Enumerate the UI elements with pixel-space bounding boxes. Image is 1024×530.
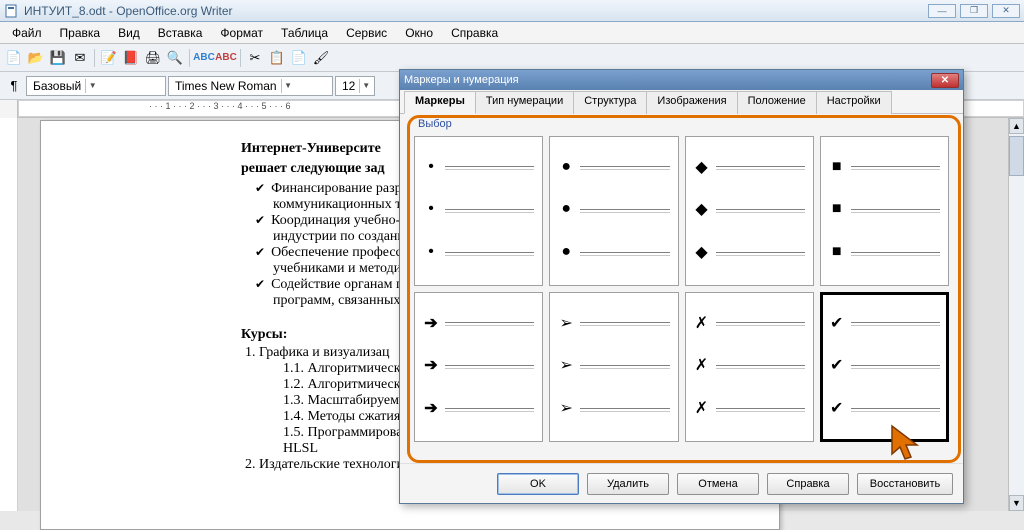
- menu-window[interactable]: Окно: [397, 24, 441, 42]
- bullet-option-6[interactable]: ➢ ➢ ➢: [549, 292, 678, 442]
- bullet-option-8-selected[interactable]: ✔ ✔ ✔: [820, 292, 949, 442]
- app-titlebar: ИНТУИТ_8.odt - OpenOffice.org Writer — ❐…: [0, 0, 1024, 22]
- bullet-style-grid: • • • ● ● ● ◆ ◆ ◆ ■ ■ ■ ➔ ➔ ➔: [414, 136, 949, 442]
- menubar: Файл Правка Вид Вставка Формат Таблица С…: [0, 22, 1024, 44]
- menu-view[interactable]: Вид: [110, 24, 148, 42]
- chevron-down-icon: ▼: [85, 79, 99, 93]
- dialog-title: Маркеры и нумерация: [404, 74, 519, 86]
- ruler-vertical: [0, 118, 18, 511]
- dialog-close-button[interactable]: ✕: [931, 73, 959, 88]
- window-title: ИНТУИТ_8.odt - OpenOffice.org Writer: [24, 4, 233, 18]
- scrollbar-vertical[interactable]: ▲ ▼: [1008, 118, 1024, 511]
- delete-button[interactable]: Удалить: [587, 473, 669, 495]
- bullet-option-7[interactable]: ✗ ✗ ✗: [685, 292, 814, 442]
- paragraph-style-combo[interactable]: Базовый▼: [26, 76, 166, 96]
- autospell-button[interactable]: ABC: [216, 48, 236, 68]
- edit-button[interactable]: 📝: [99, 48, 119, 68]
- font-name-combo[interactable]: Times New Roman▼: [168, 76, 333, 96]
- styles-button[interactable]: ¶: [4, 76, 24, 96]
- tab-numbering-type[interactable]: Тип нумерации: [475, 91, 574, 114]
- save-button[interactable]: 💾: [48, 48, 68, 68]
- spellcheck-button[interactable]: ABC: [194, 48, 214, 68]
- help-button[interactable]: Справка: [767, 473, 849, 495]
- scroll-thumb[interactable]: [1009, 136, 1024, 176]
- pdf-button[interactable]: 📕: [121, 48, 141, 68]
- tab-settings[interactable]: Настройки: [816, 91, 892, 114]
- minimize-button[interactable]: —: [928, 4, 956, 18]
- menu-file[interactable]: Файл: [4, 24, 50, 42]
- preview-button[interactable]: 🔍: [165, 48, 185, 68]
- menu-edit[interactable]: Правка: [52, 24, 109, 42]
- dialog-button-row: OK Удалить Отмена Справка Восстановить: [400, 463, 963, 503]
- cut-button[interactable]: ✂: [245, 48, 265, 68]
- dialog-titlebar[interactable]: Маркеры и нумерация ✕: [400, 70, 963, 90]
- menu-insert[interactable]: Вставка: [150, 24, 211, 42]
- chevron-down-icon: ▼: [281, 79, 295, 93]
- app-icon: [4, 3, 20, 19]
- window-controls: — ❐ ✕: [928, 4, 1020, 18]
- chevron-down-icon: ▼: [359, 79, 372, 93]
- menu-tools[interactable]: Сервис: [338, 24, 395, 42]
- ok-button[interactable]: OK: [497, 473, 579, 495]
- tab-images[interactable]: Изображения: [646, 91, 737, 114]
- toolbar-standard: 📄 📂 💾 ✉ 📝 📕 🖨 🔍 ABC ABC ✂ 📋 📄 🖌: [0, 44, 1024, 72]
- tab-markers[interactable]: Маркеры: [404, 91, 476, 114]
- group-label-selection: Выбор: [414, 118, 456, 130]
- menu-table[interactable]: Таблица: [273, 24, 336, 42]
- format-paint-button[interactable]: 🖌: [311, 48, 331, 68]
- maximize-button[interactable]: ❐: [960, 4, 988, 18]
- menu-help[interactable]: Справка: [443, 24, 506, 42]
- copy-button[interactable]: 📋: [267, 48, 287, 68]
- cancel-button[interactable]: Отмена: [677, 473, 759, 495]
- dialog-tabs: Маркеры Тип нумерации Структура Изображе…: [400, 90, 963, 114]
- bullet-option-5[interactable]: ➔ ➔ ➔: [414, 292, 543, 442]
- scroll-down-button[interactable]: ▼: [1009, 495, 1024, 511]
- open-button[interactable]: 📂: [26, 48, 46, 68]
- reset-button[interactable]: Восстановить: [857, 473, 953, 495]
- bullet-option-1[interactable]: • • •: [414, 136, 543, 286]
- close-button[interactable]: ✕: [992, 4, 1020, 18]
- font-size-combo[interactable]: 12▼: [335, 76, 375, 96]
- tab-structure[interactable]: Структура: [573, 91, 647, 114]
- menu-format[interactable]: Формат: [212, 24, 271, 42]
- tab-position[interactable]: Положение: [737, 91, 817, 114]
- print-button[interactable]: 🖨: [143, 48, 163, 68]
- new-doc-button[interactable]: 📄: [4, 48, 24, 68]
- paste-button[interactable]: 📄: [289, 48, 309, 68]
- bullet-option-2[interactable]: ● ● ●: [549, 136, 678, 286]
- bullets-dialog: Маркеры и нумерация ✕ Маркеры Тип нумера…: [399, 69, 964, 504]
- scroll-up-button[interactable]: ▲: [1009, 118, 1024, 134]
- email-button[interactable]: ✉: [70, 48, 90, 68]
- bullet-option-4[interactable]: ■ ■ ■: [820, 136, 949, 286]
- bullet-option-3[interactable]: ◆ ◆ ◆: [685, 136, 814, 286]
